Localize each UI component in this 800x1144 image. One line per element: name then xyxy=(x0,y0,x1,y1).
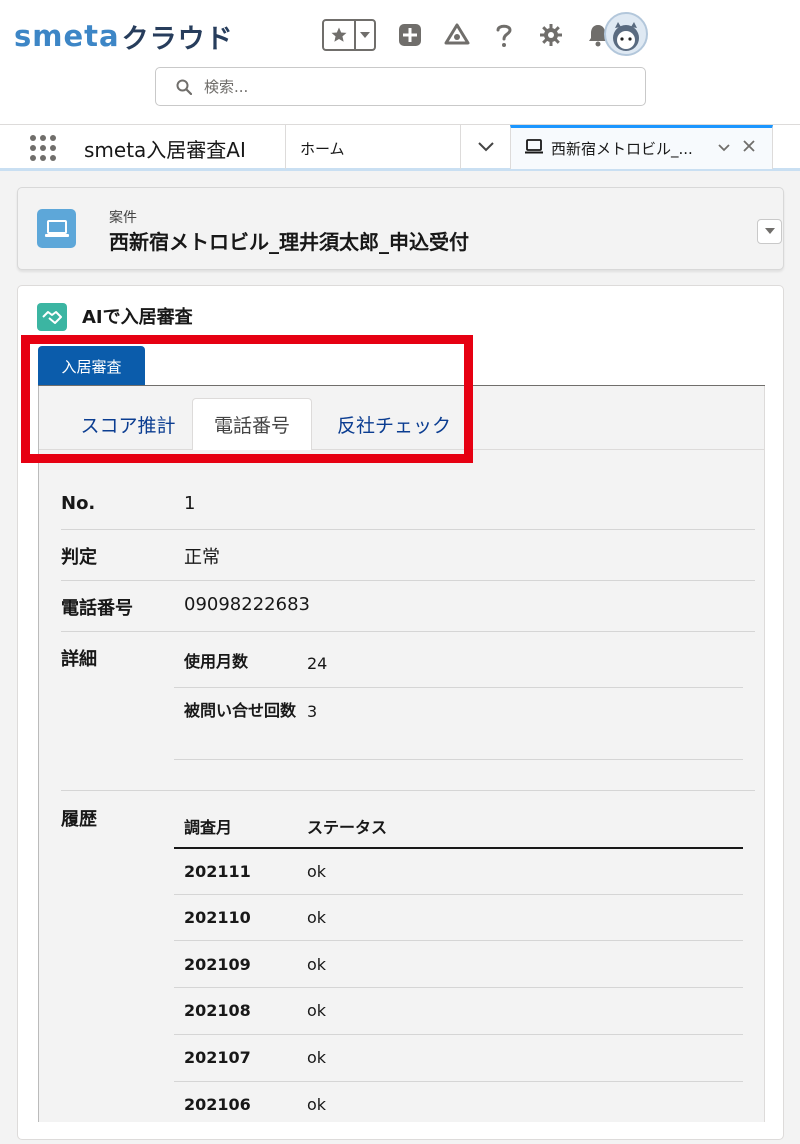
judgement-value: 正常 xyxy=(184,547,220,568)
no-value: 1 xyxy=(184,493,196,514)
history-header-divider xyxy=(174,847,743,849)
logo-text-cloud: クラウド xyxy=(121,23,234,55)
history-col-month: 調査月 xyxy=(184,818,233,837)
sub-row-divider xyxy=(174,687,743,688)
logo-text-smeta: smeta xyxy=(14,19,120,53)
favorites-star-icon[interactable] xyxy=(324,21,356,49)
record-actions-dropdown[interactable] xyxy=(757,219,782,244)
row-divider xyxy=(61,631,755,632)
workspace-tab-record[interactable]: 西新宿メトロビル_... xyxy=(510,125,773,169)
app-name: smeta入居審査AI xyxy=(84,138,246,162)
history-month: 202107 xyxy=(184,1048,251,1067)
screening-panel: スコア推計 電話番号 反社チェック No. 1 判定 正常 電話番号 09098… xyxy=(38,386,765,1122)
app-launcher-icon[interactable] xyxy=(30,135,57,162)
nav-item-home[interactable]: ホーム xyxy=(285,125,460,169)
history-row-divider xyxy=(174,894,743,895)
history-row-divider xyxy=(174,1034,743,1035)
workspace-tab-label: 西新宿メトロビル_... xyxy=(551,140,693,158)
global-search-input[interactable]: 検索... xyxy=(155,67,646,106)
inquiry-count-label: 被問い合せ回数 xyxy=(184,701,297,720)
history-col-status: ステータス xyxy=(307,818,388,837)
history-month: 202106 xyxy=(184,1095,251,1114)
add-icon[interactable] xyxy=(397,22,423,48)
record-icon xyxy=(37,209,76,248)
setup-gear-icon[interactable] xyxy=(538,22,564,48)
history-row-divider xyxy=(174,1081,743,1082)
card-title: AIで入居審査 xyxy=(82,307,193,328)
history-row-divider xyxy=(174,987,743,988)
history-status: ok xyxy=(307,955,327,974)
history-month: 202111 xyxy=(184,862,251,881)
nav-item-home-label: ホーム xyxy=(300,140,345,158)
user-avatar[interactable] xyxy=(604,12,648,56)
row-divider xyxy=(61,529,755,530)
handshake-icon xyxy=(37,303,67,331)
history-status: ok xyxy=(307,1095,327,1114)
phone-value: 09098222683 xyxy=(184,594,310,615)
row-divider xyxy=(61,580,755,581)
no-label: No. xyxy=(61,493,96,514)
row-divider xyxy=(61,790,755,791)
history-label: 履歴 xyxy=(61,809,97,830)
favorites-dropdown-icon[interactable] xyxy=(356,21,374,49)
record-type-label: 案件 xyxy=(109,210,137,226)
usage-months-value: 24 xyxy=(307,654,328,673)
help-icon[interactable] xyxy=(491,22,517,48)
usage-months-label: 使用月数 xyxy=(184,652,249,671)
record-title: 西新宿メトロビル_理井須太郎_申込受付 xyxy=(109,230,469,254)
app-navigation-bar: smeta入居審査AI ホーム 西新宿メトロビル_... xyxy=(0,124,800,171)
nav-more-dropdown[interactable] xyxy=(460,125,510,169)
trailhead-icon[interactable] xyxy=(444,22,470,48)
history-month: 202110 xyxy=(184,908,251,927)
judgement-label: 判定 xyxy=(61,547,97,568)
tab-dropdown-icon[interactable] xyxy=(718,140,730,156)
inquiry-count-value: 3 xyxy=(307,702,318,721)
dropdown-caret-icon xyxy=(764,228,775,234)
global-header: smeta クラウド 検索... xyxy=(0,0,800,124)
laptop-icon xyxy=(525,139,543,159)
highlight-annotation-box xyxy=(21,335,473,463)
history-month: 202108 xyxy=(184,1001,251,1020)
record-header: 案件 西新宿メトロビル_理井須太郎_申込受付 xyxy=(17,187,784,270)
chevron-down-icon xyxy=(477,142,494,152)
history-status: ok xyxy=(307,908,327,927)
history-row-divider xyxy=(174,940,743,941)
favorites-button[interactable] xyxy=(322,19,376,51)
tab-close-icon[interactable] xyxy=(743,137,755,157)
search-icon xyxy=(176,78,194,96)
phone-label: 電話番号 xyxy=(61,598,133,619)
header-actions xyxy=(322,16,611,54)
detail-label: 詳細 xyxy=(61,649,97,670)
history-status: ok xyxy=(307,1001,327,1020)
sub-row-divider xyxy=(174,759,743,760)
search-placeholder: 検索... xyxy=(204,78,249,96)
app-logo[interactable]: smeta クラウド xyxy=(14,18,234,55)
history-month: 202109 xyxy=(184,955,251,974)
history-status: ok xyxy=(307,862,327,881)
history-status: ok xyxy=(307,1048,327,1067)
